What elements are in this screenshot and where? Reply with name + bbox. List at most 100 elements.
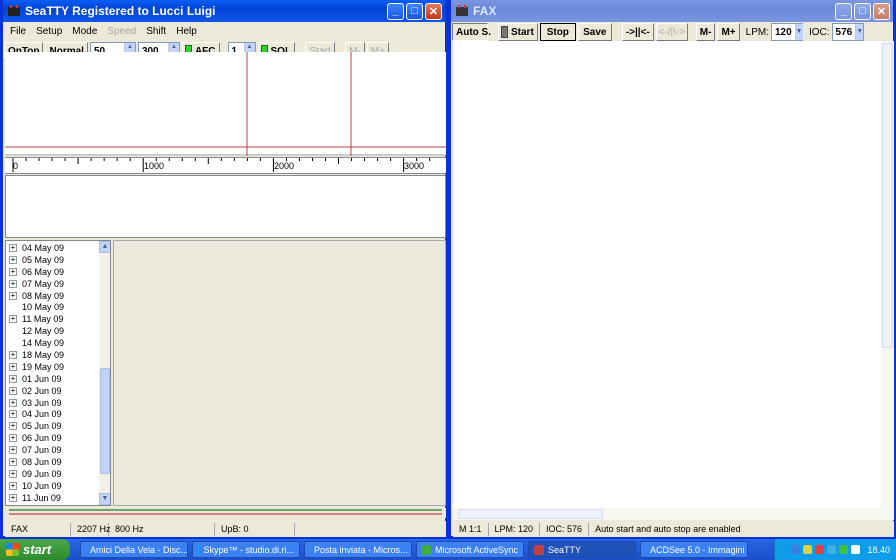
receive-text-area[interactable] — [5, 175, 446, 238]
tray-icon[interactable] — [791, 545, 801, 554]
fax-save-button[interactable]: Save — [577, 23, 612, 41]
tree-item-label: 06 Jun 09 — [22, 433, 62, 444]
taskbar-task[interactable]: Microsoft ActiveSync — [416, 541, 524, 558]
tree-scrollbar[interactable]: ▲ ▼ — [99, 241, 110, 505]
fax-horizontal-scrollbar[interactable] — [453, 508, 894, 520]
minimize-button[interactable]: _ — [835, 2, 852, 20]
minimize-button[interactable]: _ — [387, 2, 404, 20]
tree-item[interactable]: 12 May 09 — [6, 325, 98, 337]
close-button[interactable]: ✕ — [873, 2, 890, 20]
taskbar-task[interactable]: Amici Della Vela - Disc... — [80, 541, 188, 558]
taskbar-task[interactable]: Posta inviata - Micros... — [304, 541, 412, 558]
clock[interactable]: 18.40 — [867, 545, 890, 555]
expand-icon[interactable]: + — [9, 243, 17, 252]
fax-image-area[interactable] — [453, 41, 881, 508]
chevron-down-icon[interactable]: ▼ — [855, 24, 864, 40]
tree-item[interactable]: +04 Jun 09 — [6, 408, 98, 420]
menu-shift[interactable]: Shift — [141, 26, 171, 37]
tray-icon[interactable] — [851, 545, 861, 554]
chevron-down-icon[interactable]: ▼ — [794, 24, 803, 40]
expand-icon[interactable]: + — [9, 255, 17, 264]
fax-start-button[interactable]: Start — [498, 23, 538, 41]
expand-icon[interactable]: + — [9, 422, 17, 431]
menu-setup[interactable]: Setup — [31, 26, 67, 37]
sync-button[interactable]: ->||<- — [621, 23, 654, 41]
expand-icon[interactable]: + — [9, 469, 17, 478]
tree-item[interactable]: +06 Jun 09 — [6, 432, 98, 444]
expand-icon[interactable]: + — [9, 398, 17, 407]
zoom-status: M 1:1 — [453, 522, 489, 536]
tray-icon[interactable] — [815, 545, 825, 554]
tree-item[interactable]: +09 Jun 09 — [6, 468, 98, 480]
tree-item[interactable]: +08 Jun 09 — [6, 456, 98, 468]
auto-start-button[interactable]: Auto S. — [452, 23, 491, 41]
tree-item[interactable]: +05 May 09 — [6, 254, 98, 266]
scroll-thumb[interactable] — [100, 368, 110, 474]
tree-item[interactable]: +04 May 09 — [6, 242, 98, 254]
tree-item[interactable]: 14 May 09 — [6, 337, 98, 349]
tree-item[interactable]: +02 Jun 09 — [6, 385, 98, 397]
tree-item[interactable]: +08 May 09 — [6, 290, 98, 302]
expand-icon[interactable]: + — [9, 410, 17, 419]
message-view-pane[interactable] — [113, 240, 446, 506]
expand-icon[interactable]: + — [9, 315, 17, 324]
expand-icon[interactable]: + — [9, 386, 17, 395]
tree-item[interactable]: +11 May 09 — [6, 313, 98, 325]
expand-icon[interactable]: + — [9, 493, 17, 502]
menu-help[interactable]: Help — [171, 26, 202, 37]
spectrum-display[interactable] — [5, 52, 446, 156]
fax-start-label: Start — [511, 26, 534, 38]
tree-item[interactable]: +11 Jun 09 — [6, 492, 98, 504]
tree-item[interactable]: +01 Jun 09 — [6, 373, 98, 385]
expand-icon[interactable]: + — [9, 457, 17, 466]
maximize-button[interactable]: □ — [854, 2, 871, 20]
expand-icon[interactable]: + — [9, 374, 17, 383]
fax-titlebar[interactable]: FAX _ □ ✕ — [451, 0, 893, 22]
lpm-select[interactable]: 120 ▼ — [770, 23, 803, 41]
expand-icon[interactable]: + — [9, 291, 17, 300]
slant-button[interactable]: <-/|\-> — [655, 23, 688, 41]
tree-item[interactable]: +05 Jun 09 — [6, 420, 98, 432]
fax-vertical-scrollbar[interactable] — [881, 41, 894, 508]
tray-icon[interactable] — [839, 545, 849, 554]
expand-icon[interactable]: + — [9, 481, 17, 490]
taskbar-task-label: Amici Della Vela - Disc... — [90, 544, 188, 555]
menu-mode[interactable]: Mode — [67, 26, 102, 37]
tree-item[interactable]: +07 Jun 09 — [6, 444, 98, 456]
log-tree[interactable]: +04 May 09 +05 May 09 +06 May 09 +07 May 09… — [5, 240, 111, 506]
menu-file[interactable]: File — [5, 26, 31, 37]
taskbar-task[interactable]: SeaTTY — [528, 541, 636, 558]
maximize-button[interactable]: □ — [406, 2, 423, 20]
tree-item[interactable]: +19 May 09 — [6, 361, 98, 373]
taskbar-task[interactable]: Skype™ - studio.di.ri... — [192, 541, 300, 558]
scroll-up-arrow-icon[interactable]: ▲ — [99, 241, 110, 253]
tree-item[interactable]: 10 May 09 — [6, 301, 98, 313]
taskbar-task[interactable]: ACDSee 5.0 - Immagini — [640, 541, 748, 558]
close-button[interactable]: ✕ — [425, 2, 442, 20]
tray-icon[interactable] — [827, 545, 837, 554]
tree-item-label: 08 Jun 09 — [22, 456, 62, 467]
seatty-titlebar[interactable]: SeaTTY Registered to Lucci Luigi _ □ ✕ — [3, 0, 445, 22]
tray-icon[interactable] — [803, 545, 813, 554]
fax-memory-plus-button[interactable]: M+ — [717, 23, 740, 41]
fax-stop-button[interactable]: Stop — [539, 23, 576, 41]
expand-icon[interactable]: + — [9, 446, 17, 455]
ioc-select[interactable]: 576 ▼ — [831, 23, 864, 41]
tree-item[interactable]: +07 May 09 — [6, 278, 98, 290]
expand-icon[interactable]: + — [9, 279, 17, 288]
fax-memory-minus-button[interactable]: M- — [695, 23, 716, 41]
expand-icon[interactable]: + — [9, 434, 17, 443]
start-button[interactable]: start — [0, 539, 70, 560]
tree-item[interactable]: +18 May 09 — [6, 349, 98, 361]
expand-icon[interactable]: + — [9, 362, 17, 371]
tree-item[interactable]: +03 Jun 09 — [6, 397, 98, 409]
scroll-thumb[interactable] — [882, 43, 893, 348]
menu-speed[interactable]: Speed — [102, 26, 141, 37]
tree-item[interactable]: +10 Jun 09 — [6, 480, 98, 492]
expand-icon[interactable]: + — [9, 267, 17, 276]
scroll-thumb[interactable] — [458, 509, 603, 519]
scroll-down-arrow-icon[interactable]: ▼ — [99, 493, 110, 505]
expand-icon[interactable]: + — [9, 350, 17, 359]
tree-item[interactable]: +06 May 09 — [6, 266, 98, 278]
taskbar-task-label: Skype™ - studio.di.ri... — [203, 544, 294, 555]
